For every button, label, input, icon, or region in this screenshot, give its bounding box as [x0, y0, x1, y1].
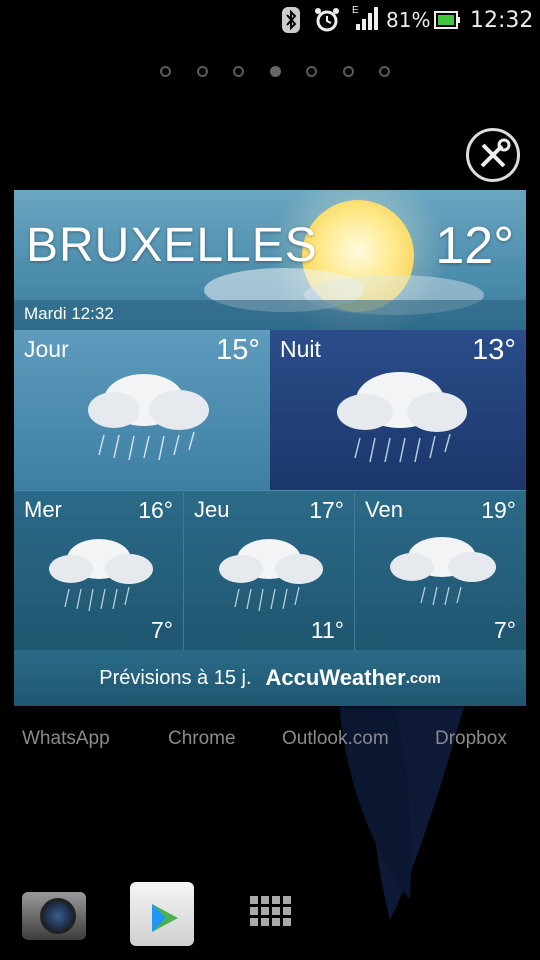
page-dot-active[interactable] [269, 66, 281, 77]
battery-percent: 81% [386, 8, 431, 32]
rain-cloud-icon [390, 537, 496, 606]
rain-cloud-icon [219, 539, 323, 612]
widget-header: BRUXELLES 12° Mardi 12:32 [14, 190, 526, 330]
forecast-high: 19° [481, 497, 516, 523]
app-label-outlook[interactable]: Outlook.com [282, 728, 389, 750]
all-apps-button[interactable] [248, 894, 292, 934]
date-bar: Mardi 12:32 [14, 300, 526, 330]
play-store-app-icon[interactable] [130, 882, 194, 946]
page-dot[interactable] [160, 66, 171, 77]
date-time: Mardi 12:32 [24, 304, 114, 323]
night-panel[interactable]: Nuit 13° [270, 330, 526, 490]
bluetooth-icon [282, 6, 300, 34]
app-label-whatsapp[interactable]: WhatsApp [22, 728, 110, 750]
current-temperature: 12° [435, 217, 514, 275]
page-dot[interactable] [379, 66, 390, 77]
camera-lens-icon [40, 898, 76, 934]
forecast-day-label: Mer [24, 497, 62, 522]
battery-icon [434, 6, 460, 34]
rain-cloud-icon [88, 374, 209, 461]
night-label: Nuit [280, 336, 321, 362]
widget-settings-button[interactable] [466, 128, 520, 182]
city-name: BRUXELLES [26, 219, 318, 272]
accuweather-logo: AccuWeather [265, 665, 406, 690]
play-store-icon [152, 904, 178, 932]
rain-cloud-icon [49, 539, 153, 612]
accuweather-domain: .com [405, 669, 441, 687]
night-temperature: 13° [472, 334, 516, 366]
forecast-day[interactable]: Ven 19° 7° [355, 490, 526, 650]
today-panel[interactable]: Jour 15° [14, 330, 270, 490]
page-dot[interactable] [196, 66, 208, 77]
weather-widget[interactable]: BRUXELLES 12° Mardi 12:32 Jour 15° Nuit … [14, 190, 526, 706]
rain-cloud-icon [337, 372, 467, 463]
forecast-day-label: Jeu [194, 497, 230, 522]
today-label: Jour [24, 336, 69, 362]
signal-icon: E [352, 4, 378, 32]
forecast-low: 7° [494, 617, 516, 643]
app-label-dropbox[interactable]: Dropbox [435, 728, 507, 750]
network-type-label: E [352, 5, 359, 16]
clock: 12:32 [470, 7, 534, 33]
camera-app-icon[interactable] [22, 892, 86, 940]
page-indicator [160, 66, 390, 80]
forecast-day[interactable]: Jeu 17° 11° [184, 490, 355, 650]
app-label-chrome[interactable]: Chrome [168, 728, 236, 750]
page-dot[interactable] [233, 66, 244, 77]
forecast-day-label: Ven [365, 497, 403, 522]
status-bar: E 81% 12:32 [0, 0, 540, 40]
dock [0, 870, 540, 960]
forecast-day[interactable]: Mer 16° 7° [14, 490, 184, 650]
alarm-icon [314, 6, 340, 34]
forecast-high: 17° [309, 497, 344, 523]
tools-icon [480, 138, 511, 168]
today-temperature: 15° [216, 334, 260, 366]
app-grid-icon [250, 896, 291, 926]
forecast-low: 7° [151, 617, 173, 643]
forecast-15-day-text: Prévisions à 15 j. [99, 666, 252, 689]
page-dot[interactable] [342, 66, 354, 77]
forecast-high: 16° [138, 497, 173, 523]
page-dot[interactable] [306, 66, 317, 77]
forecast-low: 11° [310, 617, 344, 643]
forecast-link[interactable]: Prévisions à 15 j. AccuWeather .com [14, 650, 526, 706]
